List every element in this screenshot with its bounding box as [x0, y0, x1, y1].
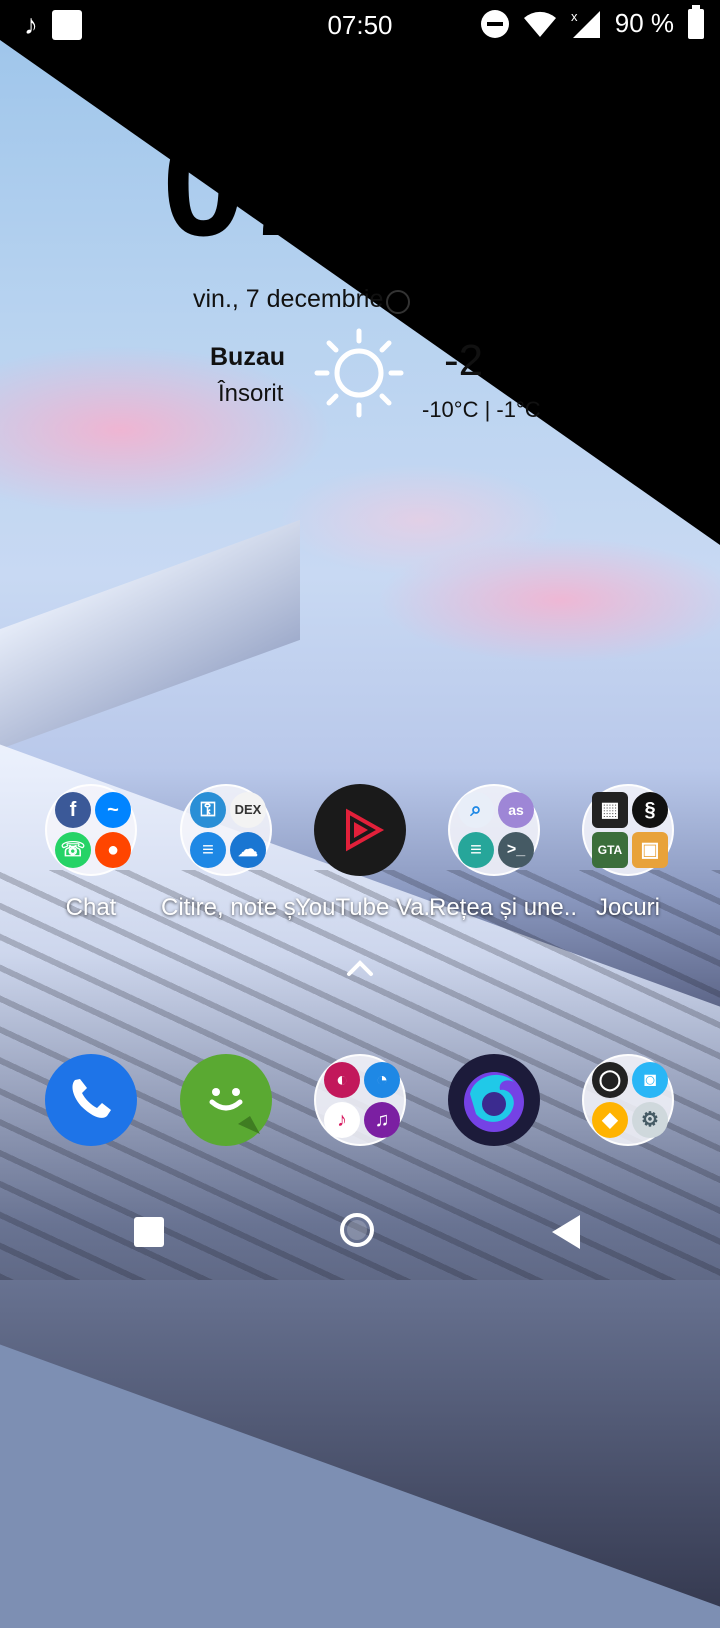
app-label-network: Rețea și une.. — [429, 894, 578, 921]
folder-chat[interactable]: f ~ ☏ ● Chat — [26, 784, 156, 922]
firefox-logo-icon — [464, 1072, 524, 1132]
game-tetris-icon: ▦ — [592, 792, 628, 828]
music-app-icon: ◐ — [324, 1062, 360, 1098]
gta-icon: GTA — [592, 832, 628, 868]
dock-messaging[interactable] — [161, 1054, 291, 1146]
reading-folder-icon[interactable]: ⚿ DEX ≡ ☁ — [180, 784, 272, 876]
music-player-icon: ♪ — [324, 1102, 360, 1138]
weather-range: -10°C | -1°C — [422, 397, 541, 422]
camera-icon: ◙ — [632, 1062, 668, 1098]
wifi-icon — [523, 11, 556, 37]
app-label-chat: Chat — [65, 894, 117, 921]
home-button[interactable] — [340, 1213, 374, 1247]
app-drawer-chevron-icon[interactable] — [344, 954, 376, 982]
whatsapp-icon: ☏ — [55, 832, 91, 868]
app-label-reading: Citire, note ș.. — [161, 894, 310, 921]
firefox-icon[interactable] — [448, 1054, 540, 1146]
tools-folder-icon[interactable]: ◯ ◙ ◆ ⚙ — [582, 1054, 674, 1146]
navigation-bar — [0, 1185, 720, 1280]
youtube-vanced-icon[interactable] — [314, 784, 406, 876]
phone-icon[interactable] — [45, 1054, 137, 1146]
weather-temperature: -2 — [444, 336, 484, 385]
dock-firefox[interactable] — [429, 1054, 559, 1146]
games-folder-icon[interactable]: ▦ § GTA ▣ — [582, 784, 674, 876]
media-folder-icon[interactable]: ◐ ◔ ♪ ♫ — [314, 1054, 406, 1146]
svg-text:x: x — [571, 9, 578, 24]
dock-phone[interactable] — [26, 1054, 156, 1146]
folder-games[interactable]: ▦ § GTA ▣ Jocuri — [563, 784, 693, 922]
notes-icon: ≡ — [190, 832, 226, 868]
folder-reading-notes[interactable]: ⚿ DEX ≡ ☁ Citire, note ș.. — [161, 784, 310, 922]
app-youtube-vanced[interactable]: YouTube Va.. — [295, 784, 437, 922]
status-bar: ♪ 07:50 x 90 % — [0, 0, 720, 50]
reddit-icon: ● — [95, 832, 131, 868]
game-snake-icon: § — [632, 792, 668, 828]
back-button[interactable] — [552, 1215, 580, 1249]
widget-date[interactable]: vin., 7 decembrie — [193, 285, 383, 314]
cell-signal-no-data-icon: x — [571, 9, 600, 38]
app-label-games: Jocuri — [595, 894, 661, 921]
network-folder-icon[interactable]: ⌕ as ≡ >_ — [448, 784, 540, 876]
terminal-icon: >_ — [498, 832, 534, 868]
sun-icon[interactable] — [314, 328, 404, 418]
widget-clock[interactable]: 07 — [162, 108, 325, 258]
podcast-icon: ♫ — [364, 1102, 400, 1138]
dock-tools-folder[interactable]: ◯ ◙ ◆ ⚙ — [563, 1054, 693, 1146]
menu-app-icon: ≡ — [458, 832, 494, 868]
clock-app-icon: ◔ — [364, 1062, 400, 1098]
app-label-youtube: YouTube Va.. — [295, 894, 437, 921]
recent-apps-button[interactable] — [134, 1217, 164, 1247]
smiley-chat-icon — [209, 1088, 260, 1134]
camera-ring-icon: ◯ — [592, 1062, 628, 1098]
messaging-icon[interactable] — [180, 1054, 272, 1146]
battery-text: 90 % — [614, 8, 674, 38]
battery-icon — [688, 4, 704, 39]
search-tool-icon: ⌕ — [458, 792, 494, 828]
chat-folder-icon[interactable]: f ~ ☏ ● — [45, 784, 137, 876]
lock-app-icon: ⚿ — [190, 792, 226, 828]
do-not-disturb-icon — [480, 9, 509, 38]
alarm-icon — [386, 290, 410, 314]
messenger-icon: ~ — [95, 792, 131, 828]
weather-condition: Însorit — [218, 380, 284, 407]
settings-icon: ⚙ — [632, 1102, 668, 1138]
dex-dictionary-icon: DEX — [230, 792, 266, 828]
handset-icon — [72, 1079, 111, 1118]
facebook-icon: f — [55, 792, 91, 828]
gallery-icon: ◆ — [592, 1102, 628, 1138]
puzzle-game-icon: ▣ — [632, 832, 668, 868]
onedrive-icon: ☁ — [230, 832, 266, 868]
dock-media-folder[interactable]: ◐ ◔ ♪ ♫ — [295, 1054, 425, 1146]
folder-network-tools[interactable]: ⌕ as ≡ >_ Rețea și une.. — [429, 784, 578, 922]
weather-city[interactable]: Buzau — [210, 343, 285, 372]
keyboard-icon: as — [498, 792, 534, 828]
play-triangle-icon — [346, 808, 385, 852]
